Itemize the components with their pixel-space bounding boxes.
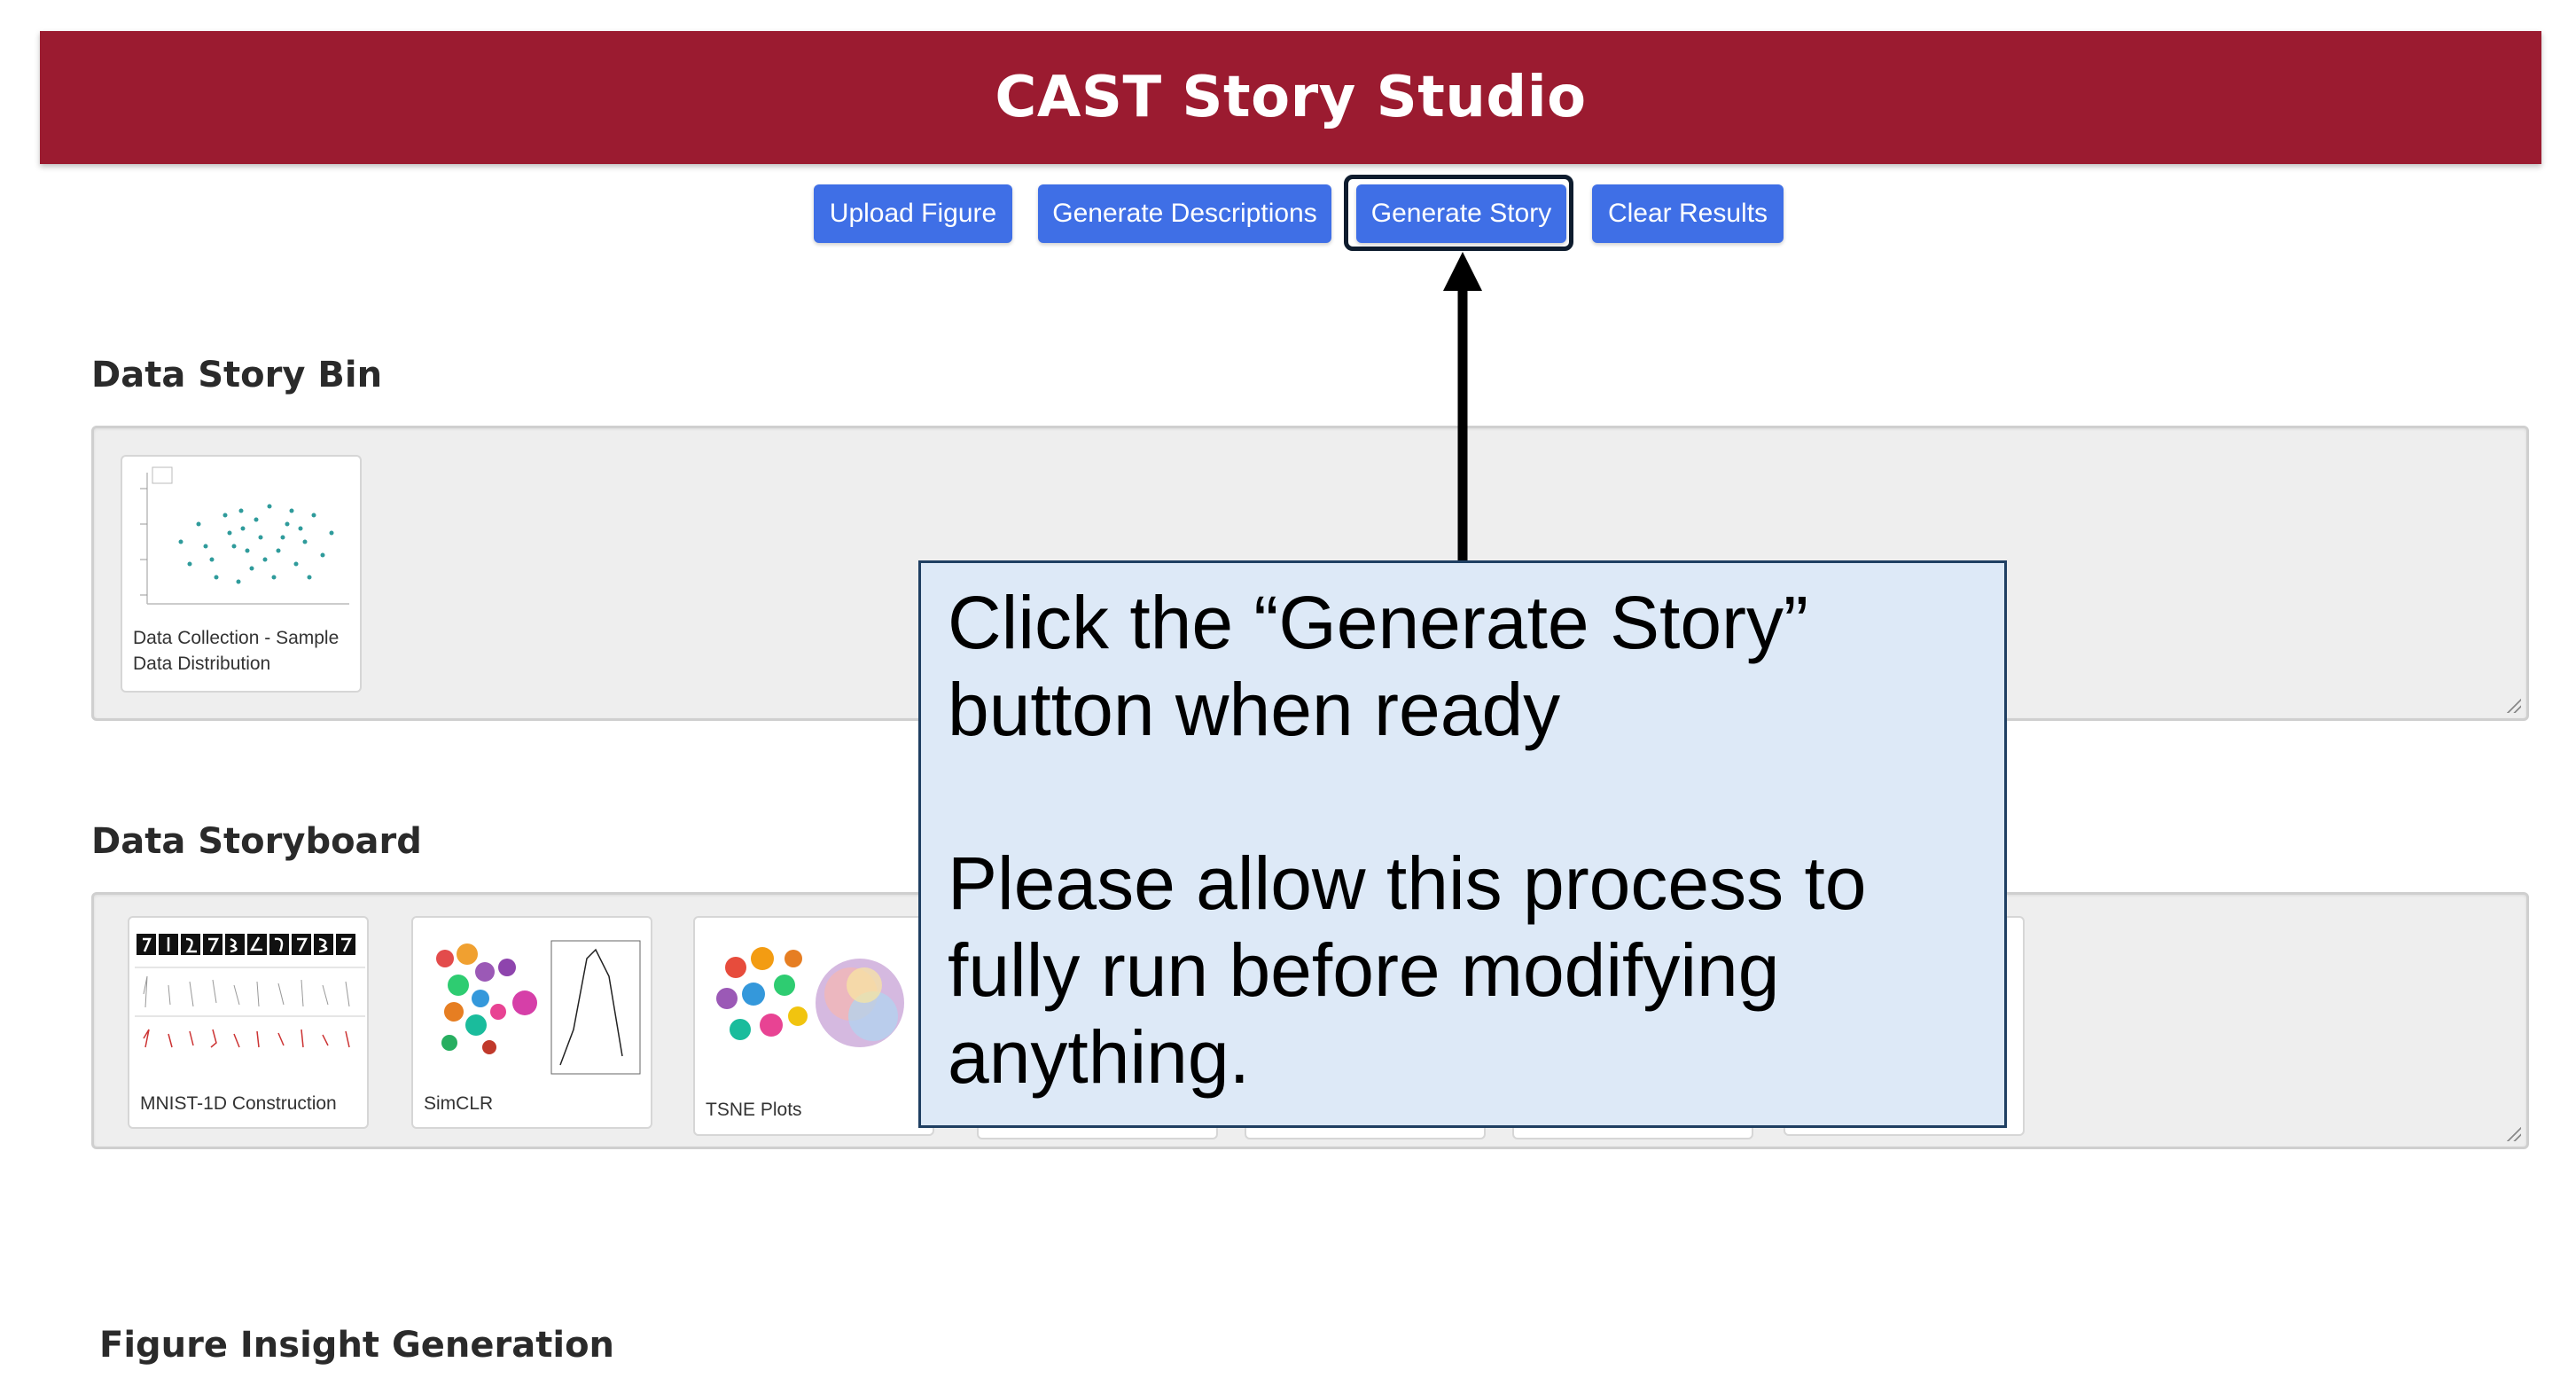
storyboard-card-caption: TSNE Plots — [706, 1100, 802, 1120]
data-storyboard-title: Data Storyboard — [91, 821, 422, 862]
app-title: CAST Story Studio — [995, 65, 1587, 130]
toolbar: Upload Figure Generate Descriptions Gene… — [0, 184, 2576, 243]
storyboard-card[interactable]: MNIST-1D Construction — [128, 916, 369, 1129]
resize-handle[interactable] — [2505, 1125, 2521, 1141]
resize-handle[interactable] — [2505, 697, 2521, 713]
generate-story-highlight — [1344, 175, 1573, 251]
figure-insight-title: Figure Insight Generation — [99, 1325, 615, 1366]
story-bin-card[interactable]: Data Collection - Sample Data Distributi… — [121, 455, 362, 693]
upload-figure-button[interactable]: Upload Figure — [814, 184, 1012, 243]
storyboard-card[interactable]: SimCLR — [411, 916, 652, 1129]
tsne-thumbnail — [700, 923, 931, 1083]
arrow-up-icon — [1443, 252, 1482, 560]
story-bin-card-caption: Data Collection - Sample Data Distributi… — [133, 628, 340, 674]
storyboard-card-caption: MNIST-1D Construction — [140, 1093, 337, 1114]
clear-results-button[interactable]: Clear Results — [1592, 184, 1784, 243]
mnist-thumbnail — [135, 923, 365, 1083]
storyboard-card-caption: SimCLR — [424, 1093, 494, 1114]
storyboard-card[interactable]: TSNE Plots — [693, 916, 934, 1136]
data-story-bin-title: Data Story Bin — [91, 355, 383, 395]
app-header: CAST Story Studio — [40, 31, 2541, 164]
generate-descriptions-button[interactable]: Generate Descriptions — [1038, 184, 1331, 243]
simclr-thumbnail — [418, 923, 649, 1083]
instruction-callout: Click the “Generate Story” button when r… — [918, 560, 2007, 1128]
callout-text-primary: Click the “Generate Story” button when r… — [948, 581, 1809, 751]
scatter-thumbnail — [128, 462, 355, 622]
callout-text-secondary: Please allow this process to fully run b… — [948, 842, 1867, 1099]
